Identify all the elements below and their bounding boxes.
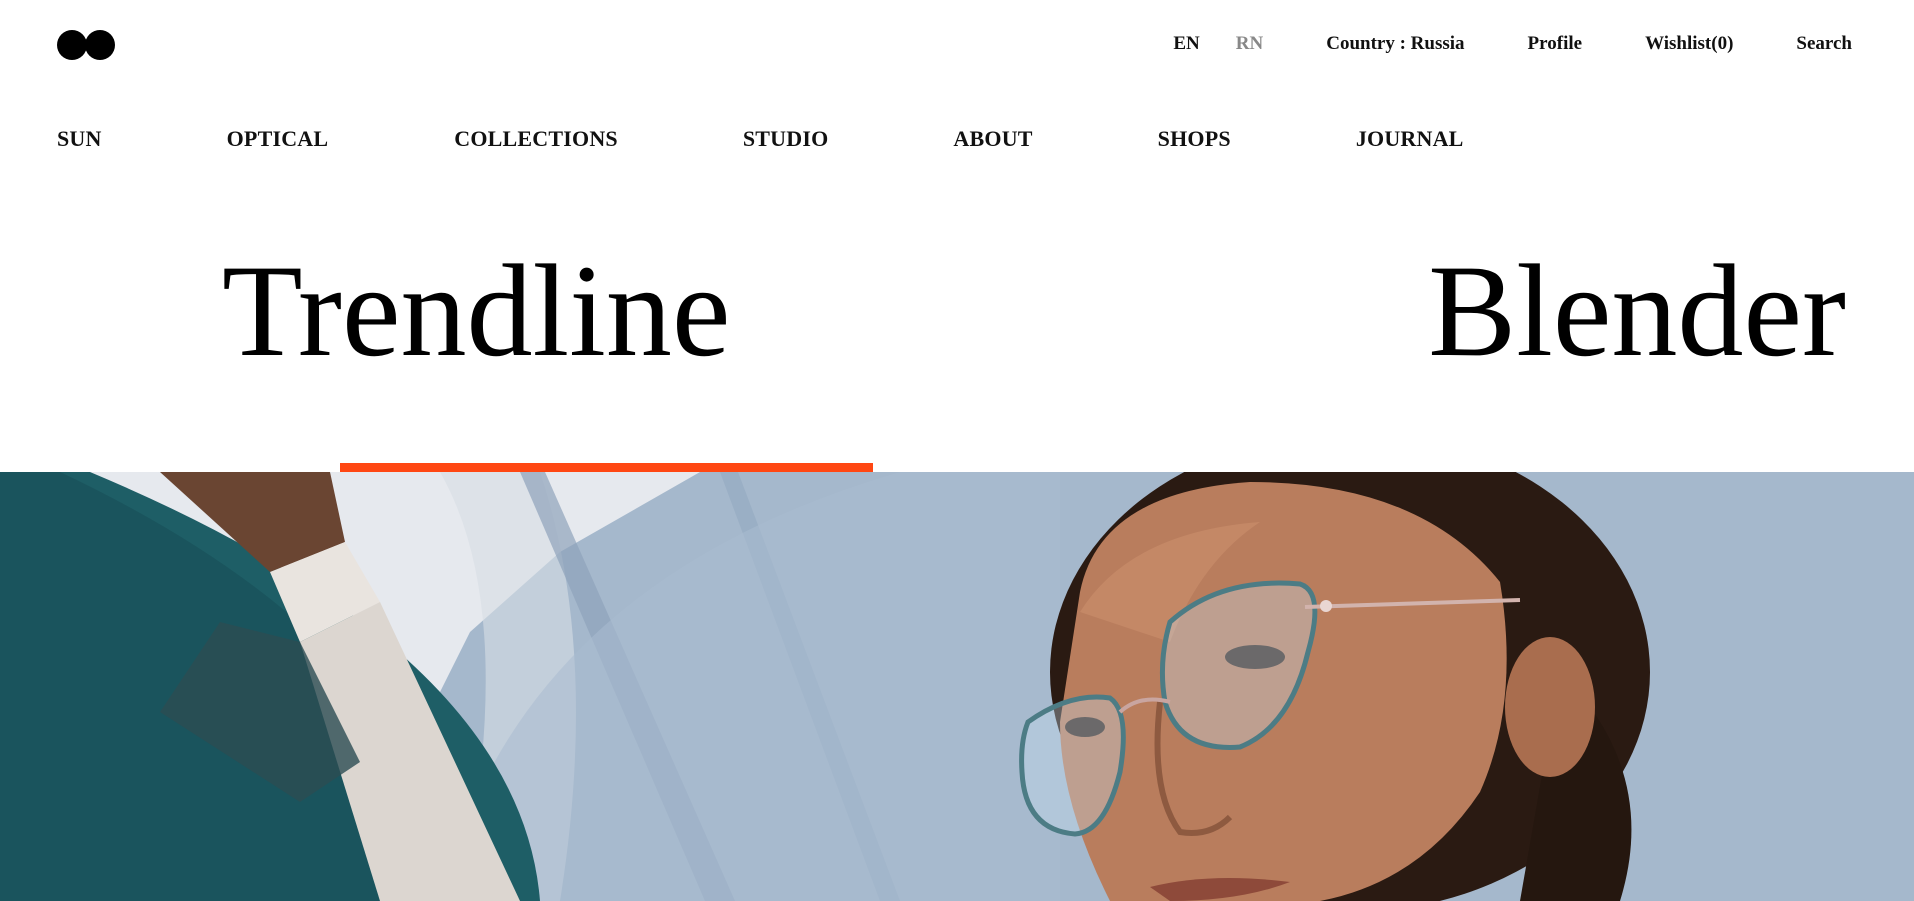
wishlist-link[interactable]: Wishlist(0) bbox=[1645, 33, 1733, 55]
language-rn-link[interactable]: RN bbox=[1236, 33, 1263, 55]
country-selector[interactable]: Country : Russia bbox=[1326, 33, 1464, 55]
logo-dot-icon bbox=[85, 30, 115, 60]
brand-logo[interactable] bbox=[57, 30, 117, 60]
nav-item-shops[interactable]: SHOPS bbox=[1158, 126, 1231, 152]
search-link[interactable]: Search bbox=[1796, 33, 1852, 55]
utility-nav: EN RN Country : Russia Profile Wishlist(… bbox=[1173, 33, 1852, 55]
nav-item-sun[interactable]: SUN bbox=[57, 126, 102, 152]
nav-item-journal[interactable]: JOURNAL bbox=[1356, 126, 1464, 152]
logo-dot-icon bbox=[57, 30, 87, 60]
nav-item-collections[interactable]: COLLECTIONS bbox=[454, 126, 618, 152]
nav-item-about[interactable]: ABOUT bbox=[953, 126, 1032, 152]
profile-link[interactable]: Profile bbox=[1528, 33, 1583, 55]
main-nav: SUN OPTICAL COLLECTIONS STUDIO ABOUT SHO… bbox=[57, 126, 1464, 152]
page: EN RN Country : Russia Profile Wishlist(… bbox=[0, 0, 1914, 901]
collection-tab-blender[interactable]: Blender bbox=[1428, 245, 1846, 377]
nav-item-optical[interactable]: OPTICAL bbox=[227, 126, 329, 152]
hero-image bbox=[0, 472, 1914, 901]
active-collection-indicator bbox=[340, 463, 873, 472]
nav-item-studio[interactable]: STUDIO bbox=[743, 126, 829, 152]
language-en-link[interactable]: EN bbox=[1173, 33, 1199, 55]
hero-illustration bbox=[0, 472, 1914, 901]
collection-tab-trendline[interactable]: Trendline bbox=[222, 245, 730, 377]
